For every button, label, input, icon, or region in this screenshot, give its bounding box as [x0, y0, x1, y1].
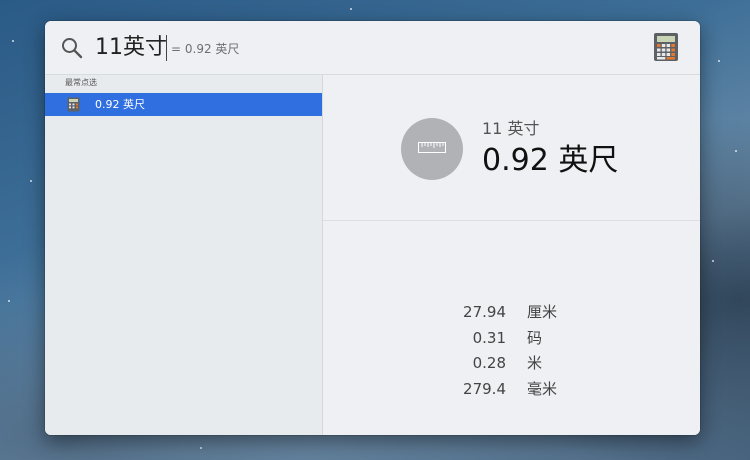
desktop-star	[12, 40, 14, 42]
result-row-conversion[interactable]: 0.92 英尺	[45, 93, 322, 116]
preview-subtitle: 11 英寸	[482, 119, 540, 138]
conversion-row: 279.4 毫米	[323, 377, 700, 401]
conversion-value: 27.94	[463, 303, 506, 321]
conversion-unit: 毫米	[527, 380, 558, 398]
result-row-label: 0.92 英尺	[95, 98, 145, 111]
desktop-star	[718, 60, 720, 62]
search-bar[interactable]: 11英寸 = 0.92 英尺	[45, 21, 700, 75]
desktop-star	[30, 180, 32, 182]
section-header-top-hits: 最常点选	[65, 78, 97, 87]
text-caret	[166, 35, 167, 61]
desktop-star	[200, 447, 202, 449]
conversion-unit: 厘米	[527, 303, 558, 321]
magnifier-icon	[61, 37, 83, 59]
search-query[interactable]: 11英寸	[95, 33, 167, 63]
inline-result: = 0.92 英尺	[171, 42, 240, 56]
spotlight-window: 11英寸 = 0.92 英尺 最常点选 0.92 英尺 11 英寸 0.92 英…	[45, 21, 700, 435]
desktop-star	[735, 150, 737, 152]
conversion-row: 27.94 厘米	[323, 300, 700, 324]
conversion-unit: 码	[527, 329, 543, 347]
conversion-value: 0.28	[472, 354, 506, 372]
conversion-value: 0.31	[472, 329, 506, 347]
desktop-star	[8, 300, 10, 302]
desktop-star	[712, 260, 714, 262]
conversion-row: 0.31 码	[323, 326, 700, 350]
preview-pane: 11 英寸 0.92 英尺 27.94 厘米 0.31 码 0.28 米 279…	[323, 75, 700, 435]
preview-divider	[323, 220, 700, 221]
results-list: 最常点选 0.92 英尺	[45, 75, 323, 435]
conversion-value: 279.4	[463, 380, 506, 398]
calculator-icon	[67, 97, 80, 112]
desktop-star	[350, 8, 352, 10]
preview-title: 0.92 英尺	[482, 143, 619, 178]
ruler-icon	[401, 118, 463, 180]
conversion-unit: 米	[527, 354, 543, 372]
conversion-row: 0.28 米	[323, 351, 700, 375]
calculator-icon	[651, 32, 681, 62]
